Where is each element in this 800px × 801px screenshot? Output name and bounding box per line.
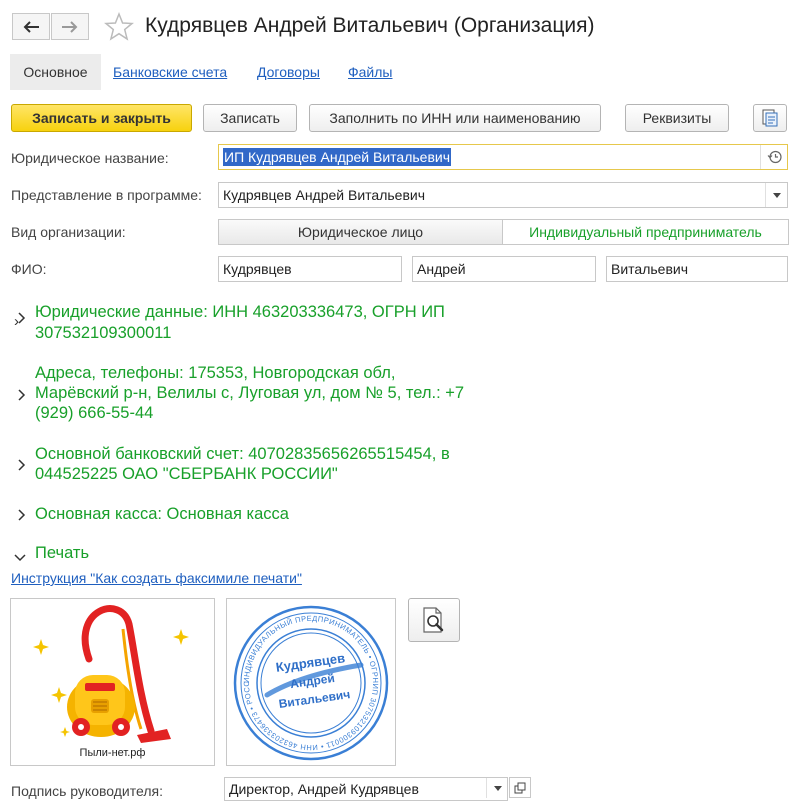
org-type-individual[interactable]: Индивидуальный предприниматель (502, 219, 789, 245)
zoom-document-icon (423, 607, 444, 633)
org-type-label: Вид организации: (11, 224, 126, 240)
star-icon (104, 11, 134, 41)
chevron-right-icon (18, 508, 26, 524)
open-icon (514, 782, 526, 793)
chevron-down-icon (14, 549, 26, 565)
bank-line1[interactable]: Основной банковский счет: 40702835656265… (35, 444, 450, 465)
address-line3[interactable]: (929) 666-55-44 (35, 403, 153, 424)
legal-name-input[interactable]: ИП Кудрявцев Андрей Витальевич (218, 144, 788, 170)
patronymic-input[interactable]: Витальевич (606, 256, 788, 282)
history-icon (767, 150, 782, 164)
org-type-legal-entity[interactable]: Юридическое лицо (218, 219, 503, 245)
signature-label: Подпись руководителя: (11, 783, 163, 799)
zoom-stamp-button[interactable] (408, 598, 460, 642)
first-name-input[interactable]: Андрей (412, 256, 596, 282)
stamp-image[interactable]: ИНДИВИДУАЛЬНЫЙ ПРЕДПРИНИМАТЕЛЬ • ОГРНИП … (224, 592, 396, 766)
address-line2[interactable]: Марёвский р-н, Велилы с, Луговая ул, дом… (35, 383, 464, 404)
report-button[interactable] (753, 104, 787, 132)
save-and-close-button[interactable]: Записать и закрыть (11, 104, 192, 132)
signature-value: Директор, Андрей Кудрявцев (229, 781, 419, 797)
display-name-dropdown[interactable] (765, 183, 788, 207)
favorite-button[interactable] (104, 11, 134, 45)
display-name-label: Представление в программе: (11, 187, 202, 203)
chevron-right-icon (18, 388, 26, 404)
legal-name-label: Юридическое название: (11, 150, 169, 166)
chevron-right-icon (18, 311, 26, 327)
signature-select[interactable]: Директор, Андрей Кудрявцев (224, 777, 508, 801)
page-title: Кудрявцев Андрей Витальевич (Организация… (145, 14, 595, 37)
arrow-left-icon (23, 20, 39, 33)
tab-main[interactable]: Основное (10, 54, 101, 90)
tab-files[interactable]: Файлы (348, 54, 392, 90)
logo-caption: Пыли-нет.рф (79, 747, 146, 759)
forward-button[interactable] (51, 13, 89, 40)
history-button[interactable] (760, 145, 788, 169)
report-icon (762, 109, 778, 127)
signature-dropdown[interactable] (486, 778, 508, 798)
signature-open-button[interactable] (509, 777, 531, 798)
back-button[interactable] (12, 13, 50, 40)
display-name-value: Кудрявцев Андрей Витальевич (223, 187, 426, 203)
stamp-name-line2: Андрей (289, 671, 335, 691)
logo-image[interactable]: Пыли-нет.рф (10, 598, 215, 766)
legal-data-line2[interactable]: 307532109300011 (35, 323, 171, 344)
instruction-link[interactable]: Инструкция "Как создать факсимиле печати… (11, 570, 302, 586)
tab-contracts[interactable]: Договоры (257, 54, 320, 90)
save-button[interactable]: Записать (203, 104, 297, 132)
chevron-down-icon (773, 192, 781, 198)
last-name-input[interactable]: Кудрявцев (218, 256, 402, 282)
print-group[interactable]: Печать (35, 543, 89, 564)
chevron-down-icon (493, 785, 502, 791)
display-name-select[interactable]: Кудрявцев Андрей Витальевич (218, 182, 788, 208)
address-line1[interactable]: Адреса, телефоны: 175353, Новгородская о… (35, 363, 395, 384)
cash-group[interactable]: Основная касса: Основная касса (35, 504, 289, 525)
legal-data-line1[interactable]: Юридические данные: ИНН 463203336473, ОГ… (35, 302, 445, 323)
fill-by-inn-button[interactable]: Заполнить по ИНН или наименованию (309, 104, 601, 132)
requisites-button[interactable]: Реквизиты (625, 104, 729, 132)
bank-line2[interactable]: 044525225 ОАО "СБЕРБАНК РОССИИ" (35, 464, 338, 485)
legal-name-value: ИП Кудрявцев Андрей Витальевич (223, 148, 452, 166)
chevron-right-icon (18, 458, 26, 474)
vacuum-logo-icon (33, 605, 189, 743)
arrow-right-icon (62, 20, 78, 33)
tab-bank-accounts[interactable]: Банковские счета (113, 54, 227, 90)
stamp-seal-icon: ИНДИВИДУАЛЬНЫЙ ПРЕДПРИНИМАТЕЛЬ • ОГРНИП … (224, 592, 389, 761)
stamp-name-line3: Витальевич (278, 687, 351, 711)
fio-label: ФИО: (11, 261, 47, 277)
